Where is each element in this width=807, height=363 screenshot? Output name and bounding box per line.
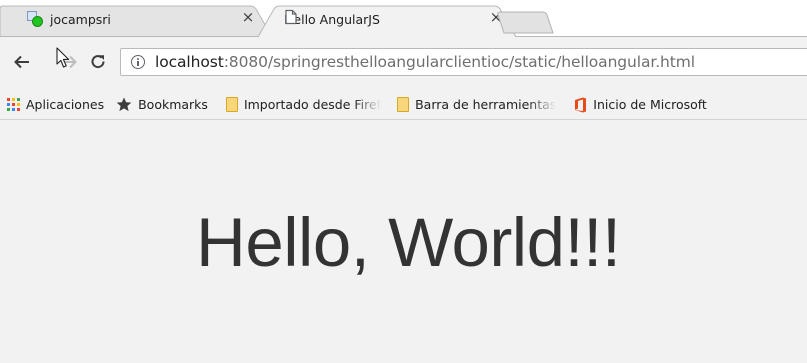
url-host: localhost <box>155 53 224 71</box>
bookmark-label: Aplicaciones <box>26 97 105 112</box>
tab-hello-angularjs[interactable]: Hello AngularJS × <box>258 0 520 37</box>
page-heading: Hello, World!!! <box>196 204 621 281</box>
forward-arrow-icon[interactable] <box>58 51 80 73</box>
browser-toolbar: localhost:8080/springresthelloangularcli… <box>0 37 807 90</box>
tab-strip: jocampsri × Hello AngularJS × <box>0 0 807 37</box>
bookmark-label: Inicio de Microsoft <box>593 97 707 112</box>
bookmark-inicio-microsoft[interactable]: Inicio de Microsoft <box>562 93 713 117</box>
bookmark-bookmarks[interactable]: Bookmarks <box>110 93 214 117</box>
tab-close-icon[interactable]: × <box>240 8 256 26</box>
page-icon <box>285 9 297 25</box>
bookmarks-bar: Aplicaciones Bookmarks Importado desde F… <box>0 90 807 120</box>
bookmark-label: Barra de herramientas <box>415 97 557 112</box>
bookmark-folder-barra[interactable]: Barra de herramientas <box>387 93 562 117</box>
back-arrow-icon[interactable] <box>11 51 33 73</box>
bookmark-label: Bookmarks <box>138 97 208 112</box>
bookmark-label: Importado desde Firef <box>243 97 382 112</box>
folder-icon <box>397 97 410 112</box>
folder-icon <box>225 97 238 112</box>
info-icon[interactable] <box>131 55 145 69</box>
green-dot-favicon-icon <box>27 11 43 27</box>
new-tab-button[interactable] <box>494 0 556 37</box>
apps-grid-icon <box>7 98 20 111</box>
bookmark-aplicaciones[interactable]: Aplicaciones <box>0 93 110 117</box>
tab-title: jocampsri <box>50 11 111 27</box>
star-icon <box>116 97 132 112</box>
tab-title: Hello AngularJS <box>284 11 380 27</box>
reload-icon[interactable] <box>87 51 109 73</box>
tab-jocampsri[interactable]: jocampsri × <box>0 0 272 37</box>
bookmark-folder-importado[interactable]: Importado desde Firef <box>214 93 387 117</box>
office-icon <box>575 97 587 112</box>
address-bar[interactable]: localhost:8080/springresthelloangularcli… <box>120 48 807 76</box>
page-viewport: Hello, World!!! <box>0 120 807 363</box>
url-path: :8080/springresthelloangularclientioc/st… <box>223 53 695 71</box>
url-text[interactable]: localhost:8080/springresthelloangularcli… <box>155 53 695 71</box>
